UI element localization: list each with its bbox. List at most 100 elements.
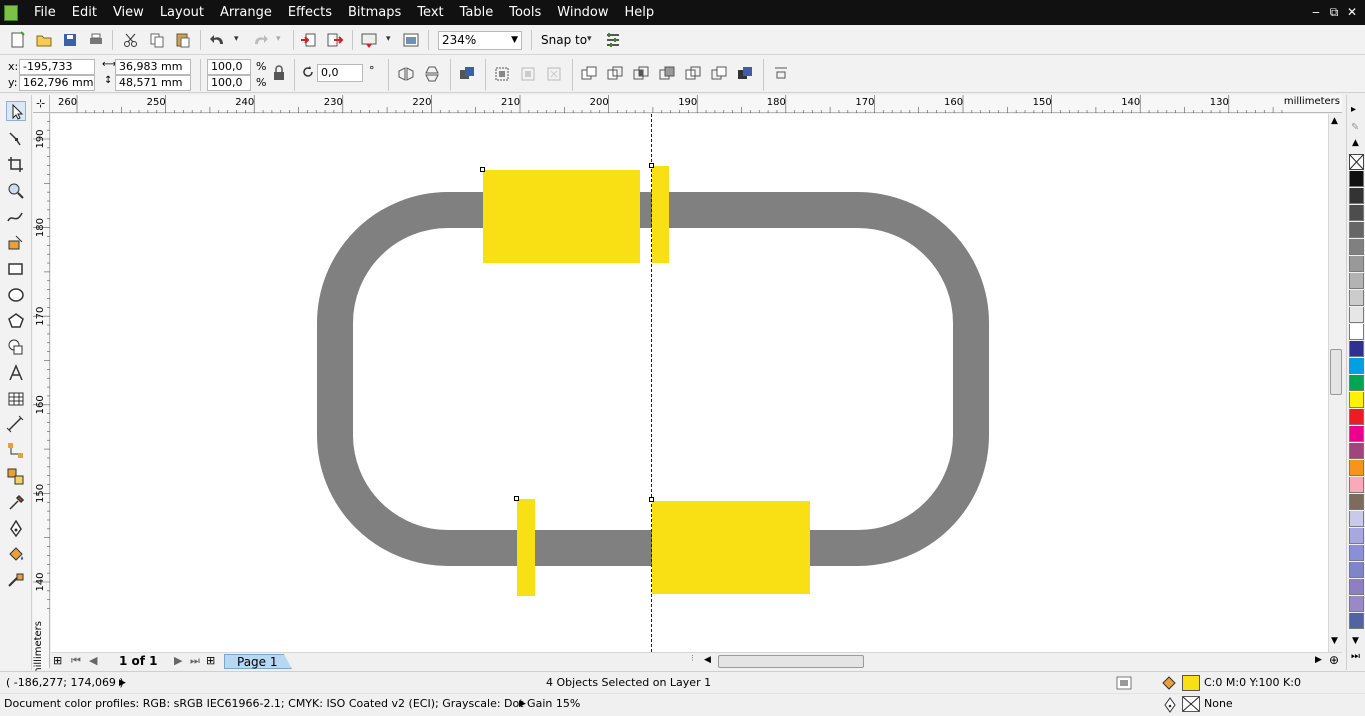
- eyedropper-icon[interactable]: ✎: [1351, 122, 1359, 133]
- align-distribute-icon[interactable]: [772, 65, 790, 83]
- color-swatch[interactable]: [1349, 477, 1364, 493]
- smart-fill-tool[interactable]: [6, 233, 26, 253]
- menu-file[interactable]: File: [26, 0, 64, 25]
- palette-scroll-down-icon[interactable]: ▼: [1352, 636, 1359, 646]
- ungroup-icon[interactable]: [545, 65, 563, 83]
- color-swatch[interactable]: [1349, 273, 1364, 289]
- publish-dropdown-icon[interactable]: ▾: [386, 34, 391, 44]
- horizontal-scroll-thumb[interactable]: [718, 655, 864, 668]
- redo-dropdown-icon[interactable]: ▾: [276, 34, 281, 44]
- vertical-ruler[interactable]: 190 180 170 160 150 140 millimeters: [33, 113, 50, 677]
- color-swatch[interactable]: [1349, 239, 1364, 255]
- ruler-origin[interactable]: ⊹: [33, 95, 50, 113]
- table-tool[interactable]: [6, 389, 26, 409]
- add-page-before-icon[interactable]: ⊞: [53, 654, 62, 667]
- blend-tool[interactable]: [6, 467, 26, 487]
- restore-button[interactable]: ⧉: [1326, 4, 1342, 20]
- new-document-icon[interactable]: [9, 31, 27, 49]
- color-swatch[interactable]: [1349, 290, 1364, 306]
- publish-pdf-icon[interactable]: [360, 31, 378, 49]
- basic-shapes-tool[interactable]: [6, 337, 26, 357]
- intersect-icon[interactable]: [632, 65, 650, 83]
- print-icon[interactable]: [87, 31, 105, 49]
- menu-view[interactable]: View: [105, 0, 152, 25]
- yellow-block-bottom-small[interactable]: [517, 499, 535, 596]
- fill-color-swatch[interactable]: [1182, 675, 1200, 691]
- last-page-icon[interactable]: ⏭: [190, 654, 200, 668]
- horizontal-ruler[interactable]: 260 250 240 230 220 210 200 190 180 170 160 150 140 1…: [50, 95, 1342, 113]
- scale-x-field[interactable]: 100,0: [207, 59, 251, 75]
- connector-tool[interactable]: [6, 441, 26, 461]
- interactive-fill-tool[interactable]: [6, 571, 26, 591]
- zoom-navigator-icon[interactable]: ⊕: [1329, 653, 1339, 667]
- export-icon[interactable]: [326, 31, 344, 49]
- scale-y-field[interactable]: 100,0: [207, 75, 251, 91]
- scroll-right-icon[interactable]: ▶: [1315, 655, 1322, 665]
- color-swatch[interactable]: [1349, 341, 1364, 357]
- palette-flyout-icon[interactable]: ▸: [1351, 104, 1356, 115]
- color-proof-icon[interactable]: [1116, 676, 1132, 690]
- color-swatch[interactable]: [1349, 222, 1364, 238]
- color-swatch[interactable]: [1349, 392, 1364, 408]
- palette-scroll-up-icon[interactable]: ▲: [1352, 138, 1359, 148]
- selection-handle[interactable]: [649, 163, 654, 168]
- color-swatch[interactable]: [1349, 494, 1364, 510]
- menu-effects[interactable]: Effects: [280, 0, 340, 25]
- color-swatch[interactable]: [1349, 545, 1364, 561]
- color-swatch[interactable]: [1349, 188, 1364, 204]
- menu-tools[interactable]: Tools: [501, 0, 549, 25]
- snap-to-button[interactable]: Snap to: [541, 33, 587, 47]
- color-swatch[interactable]: [1349, 596, 1364, 612]
- copy-icon[interactable]: [148, 31, 166, 49]
- status-expand-icon[interactable]: ▶: [119, 676, 126, 690]
- add-page-after-icon[interactable]: ⊞: [206, 654, 215, 667]
- yellow-block-top-small[interactable]: [652, 166, 669, 263]
- menu-arrange[interactable]: Arrange: [212, 0, 280, 25]
- minimize-button[interactable]: ‒: [1308, 4, 1324, 20]
- zoom-tool[interactable]: [6, 181, 26, 201]
- menu-window[interactable]: Window: [549, 0, 616, 25]
- weld-icon[interactable]: [580, 65, 598, 83]
- ellipse-tool[interactable]: [6, 285, 26, 305]
- lock-ratio-icon[interactable]: [272, 65, 286, 81]
- next-page-icon[interactable]: ▶: [174, 654, 182, 667]
- color-swatch[interactable]: [1349, 205, 1364, 221]
- snap-dropdown-icon[interactable]: ▾: [587, 34, 592, 44]
- width-field[interactable]: 36,983 mm: [115, 59, 191, 75]
- open-folder-icon[interactable]: [35, 31, 53, 49]
- text-tool[interactable]: [6, 363, 26, 383]
- scroll-down-icon[interactable]: ▼: [1331, 636, 1338, 646]
- color-swatch[interactable]: [1349, 528, 1364, 544]
- color-swatch[interactable]: [1349, 426, 1364, 442]
- vertical-scrollbar[interactable]: ▲ ▼: [1328, 114, 1342, 652]
- full-screen-preview-icon[interactable]: [402, 31, 420, 49]
- rectangle-tool[interactable]: [6, 259, 26, 279]
- menu-edit[interactable]: Edit: [64, 0, 105, 25]
- eyedropper-tool[interactable]: [6, 493, 26, 513]
- color-swatch[interactable]: [1349, 409, 1364, 425]
- yellow-block-top-large[interactable]: [483, 170, 640, 263]
- color-swatch[interactable]: [1349, 307, 1364, 323]
- no-color-swatch[interactable]: [1349, 154, 1364, 170]
- options-icon[interactable]: [604, 31, 622, 49]
- break-apart-icon[interactable]: [519, 65, 537, 83]
- first-page-icon[interactable]: ⏮: [71, 654, 81, 668]
- mirror-horizontal-icon[interactable]: [397, 65, 415, 83]
- page-tab[interactable]: Page 1: [224, 654, 292, 669]
- selection-handle[interactable]: [514, 496, 519, 501]
- undo-icon[interactable]: [209, 31, 227, 49]
- trim-icon[interactable]: [606, 65, 624, 83]
- scroll-left-icon[interactable]: ◀: [704, 655, 711, 665]
- paste-icon[interactable]: [174, 31, 192, 49]
- menu-text[interactable]: Text: [409, 0, 451, 25]
- color-swatch[interactable]: [1349, 358, 1364, 374]
- polygon-tool[interactable]: [6, 311, 26, 331]
- outline-pen-tool[interactable]: [6, 519, 26, 539]
- pick-tool[interactable]: [6, 101, 26, 121]
- height-field[interactable]: 48,571 mm: [115, 75, 191, 91]
- freehand-tool[interactable]: [6, 207, 26, 227]
- mirror-vertical-icon[interactable]: [423, 65, 441, 83]
- y-position-field[interactable]: 162,796 mm: [19, 75, 95, 91]
- outline-color-swatch[interactable]: [1182, 696, 1200, 712]
- x-position-field[interactable]: -195,733 mm: [19, 59, 95, 87]
